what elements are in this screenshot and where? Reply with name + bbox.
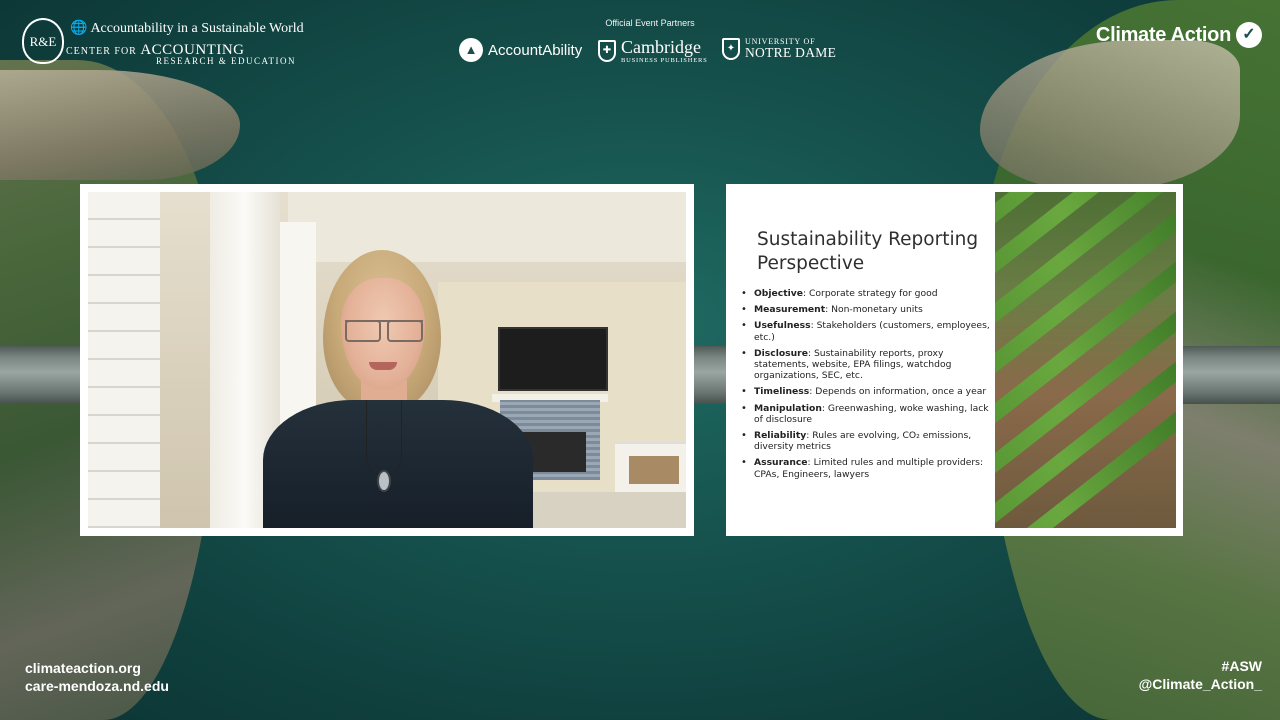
list-item: Disclosure: Sustainability reports, prox… bbox=[741, 348, 991, 382]
list-item: Manipulation: Greenwashing, woke washing… bbox=[741, 403, 991, 425]
list-item: Reliability: Rules are evolving, CO₂ emi… bbox=[741, 430, 991, 452]
vineyard-photo bbox=[995, 192, 1176, 528]
vine-row bbox=[995, 406, 1176, 528]
slide-bullet-list: Objective: Corporate strategy for good M… bbox=[741, 288, 991, 485]
slide-title: Sustainability Reporting Perspective bbox=[757, 229, 979, 274]
room-floor bbox=[528, 492, 686, 528]
speaker-glasses bbox=[345, 320, 423, 342]
cambridge-name: Cambridge bbox=[621, 37, 701, 57]
footer-links: climateaction.org care-mendoza.nd.edu bbox=[25, 659, 169, 695]
notre-dame-line2: NOTRE DAME bbox=[745, 45, 837, 61]
bridge-segment bbox=[690, 346, 730, 404]
rocks-right bbox=[980, 40, 1240, 190]
cabinet-drawer bbox=[629, 456, 679, 484]
presentation-slide: Sustainability Reporting Perspective Obj… bbox=[726, 184, 1183, 536]
footer-hashtag: #ASW bbox=[1221, 658, 1262, 674]
window-shutters bbox=[88, 192, 160, 528]
cambridge-sub: BUSINESS PUBLISHERS bbox=[621, 57, 708, 64]
footer-url-climateaction: climateaction.org bbox=[25, 660, 141, 676]
list-item: Usefulness: Stakeholders (customers, emp… bbox=[741, 320, 991, 342]
partner-notre-dame: ✦ UNIVERSITY OF NOTRE DAME bbox=[722, 38, 836, 60]
climate-action-logo-icon: ✓ bbox=[1236, 22, 1262, 48]
footer-social: #ASW @Climate_Action_ bbox=[1139, 657, 1262, 693]
cambridge-shield-icon: ✚ bbox=[598, 40, 616, 63]
list-item: Assurance: Limited rules and multiple pr… bbox=[741, 457, 991, 479]
footer-url-care: care-mendoza.nd.edu bbox=[25, 678, 169, 694]
partners-label: Official Event Partners bbox=[605, 18, 695, 28]
partner-cambridge: ✚ Cambridge BUSINESS PUBLISHERS bbox=[598, 38, 708, 65]
globe-icon: 🌐 bbox=[70, 21, 88, 36]
speaker-necklace bbox=[366, 400, 402, 476]
accountability-name: AccountAbility bbox=[488, 41, 583, 59]
list-item: Timeliness: Depends on information, once… bbox=[741, 386, 991, 397]
rocks-left bbox=[0, 70, 240, 180]
list-item: Measurement: Non-monetary units bbox=[741, 304, 991, 315]
care-research-education: RESEARCH & EDUCATION bbox=[156, 56, 297, 66]
vine-row bbox=[995, 192, 1176, 267]
partner-accountability: ▲ AccountAbility bbox=[459, 38, 582, 62]
accountability-logo-icon: ▲ bbox=[459, 38, 483, 62]
speaker-video bbox=[88, 192, 686, 528]
climate-action-logo: Climate Action ✓ bbox=[1096, 22, 1262, 48]
footer-handle: @Climate_Action_ bbox=[1138, 676, 1262, 692]
care-logo: R&E 🌐 Accountability in a Sustainable Wor… bbox=[22, 16, 304, 70]
speaker bbox=[263, 250, 533, 528]
speaker-mouth bbox=[369, 362, 397, 370]
notre-dame-shield-icon: ✦ bbox=[722, 38, 740, 60]
speaker-video-frame bbox=[80, 184, 694, 536]
speaker-pendant bbox=[377, 470, 391, 492]
climate-action-brand: Climate Action bbox=[1095, 23, 1231, 46]
care-emblem-icon: R&E bbox=[22, 18, 64, 64]
list-item: Objective: Corporate strategy for good bbox=[741, 288, 991, 299]
care-tagline: 🌐 Accountability in a Sustainable World bbox=[70, 21, 304, 36]
bridge-segment bbox=[1180, 346, 1280, 404]
side-cabinet bbox=[615, 442, 686, 492]
bridge-segment bbox=[0, 346, 90, 404]
